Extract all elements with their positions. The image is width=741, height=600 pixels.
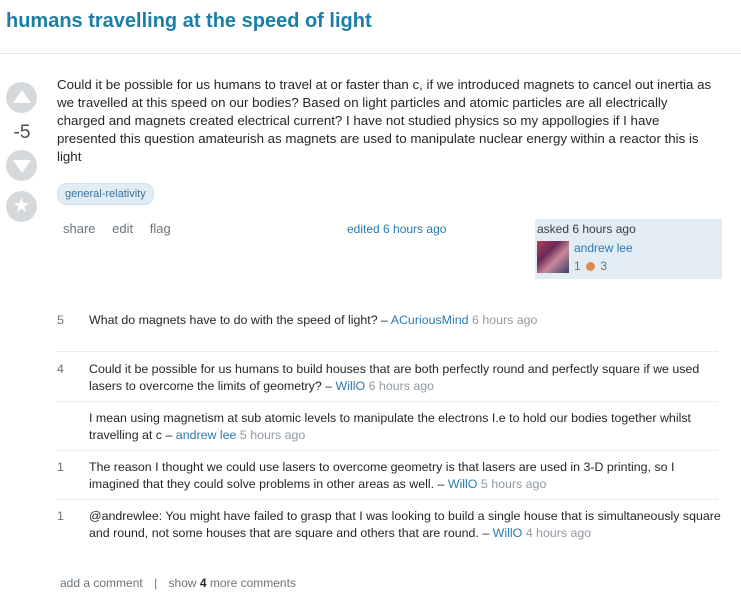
flag-link[interactable]: flag [150,221,171,236]
edited-timestamp-link[interactable]: edited 6 hours ago [347,222,446,236]
vote-count: -5 [13,122,31,143]
favorite-star-icon[interactable]: ★ [6,191,37,222]
downvote-arrow-icon[interactable] [6,150,37,181]
owner-card: asked 6 hours ago andrew lee 1 3 [535,219,722,279]
show-more-count: 4 [199,576,207,590]
comment-text: What do magnets have to do with the spee… [89,313,388,327]
comment-timestamp[interactable]: 4 hours ago [526,526,591,540]
comment-user-link[interactable]: andrew lee [176,428,237,442]
comment-text: @andrewlee: You might have failed to gra… [89,509,721,540]
owner-reputation: 1 3 [574,259,607,273]
comment-timestamp[interactable]: 5 hours ago [240,428,305,442]
owner-username[interactable]: andrew lee [574,241,633,255]
comment-text: The reason I thought we could use lasers… [89,460,675,491]
comment-score: 1 [57,509,64,523]
question-body: Could it be possible for us humans to tr… [57,77,712,164]
comment-user-link[interactable]: WillO [336,379,366,393]
avatar[interactable] [537,241,569,273]
show-more-prefix: show [168,576,197,590]
comment-actions-separator: | [154,576,158,590]
comment-divider [57,499,718,501]
bronze-badge-count: 3 [600,259,608,273]
show-more-comments-link[interactable]: show 4 more comments [169,576,296,590]
comment-timestamp[interactable]: 6 hours ago [472,313,537,327]
comment-score: 1 [57,460,64,474]
share-link[interactable]: share [63,221,96,236]
comment-divider [57,450,718,452]
post-menu: share edit flag [63,221,184,236]
comment-user-link[interactable]: ACuriousMind [391,313,469,327]
reputation-score: 1 [574,259,581,273]
title-divider [0,53,741,54]
comment-score: 5 [57,313,64,327]
bronze-badge-icon [586,262,596,271]
asked-timestamp: asked 6 hours ago [537,222,636,236]
vote-cell: -5 ★ [6,82,38,222]
question-title[interactable]: humans travelling at the speed of light [6,10,372,33]
add-comment-link[interactable]: add a comment [60,576,143,590]
tag-general-relativity[interactable]: general-relativity [57,183,154,205]
comment-divider [57,351,718,353]
comment-timestamp[interactable]: 6 hours ago [369,379,434,393]
comment-score: 4 [57,362,64,376]
comment-user-link[interactable]: WillO [493,526,523,540]
upvote-arrow-icon[interactable] [6,82,37,113]
comment-actions: add a comment | show 4 more comments [60,576,296,590]
comment-divider [57,401,718,403]
comment-timestamp[interactable]: 5 hours ago [481,477,546,491]
show-more-suffix: more comments [209,576,296,590]
comment-user-link[interactable]: WillO [448,477,478,491]
edit-link[interactable]: edit [112,221,133,236]
